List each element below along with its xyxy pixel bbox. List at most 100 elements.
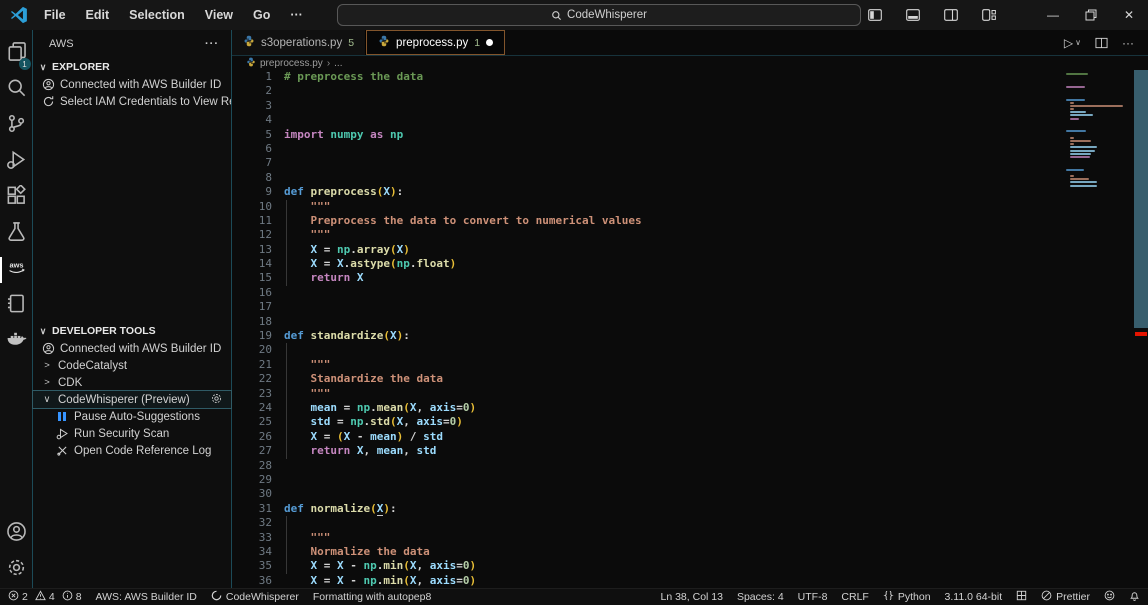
code-line-10[interactable]: 10 """ xyxy=(232,200,1148,214)
code-line-16[interactable]: 16 xyxy=(232,286,1148,300)
code-line-33[interactable]: 33 """ xyxy=(232,531,1148,545)
code-line-29[interactable]: 29 xyxy=(232,473,1148,487)
code-line-31[interactable]: 31def normalize(X): xyxy=(232,502,1148,516)
sidebar-item-connected-with-aws-builder-id[interactable]: Connected with AWS Builder ID xyxy=(33,76,231,93)
breadcrumb[interactable]: preprocess.py › ... xyxy=(232,56,1148,70)
status-codewhisperer-status[interactable]: CodeWhisperer xyxy=(211,590,299,604)
code-line-19[interactable]: 19def standardize(X): xyxy=(232,329,1148,343)
minimap[interactable] xyxy=(1066,73,1132,188)
status-python-interpreter[interactable]: 3.11.0 64-bit xyxy=(945,591,1003,603)
code-line-6[interactable]: 6 xyxy=(232,142,1148,156)
code-line-22[interactable]: 22 Standardize the data xyxy=(232,372,1148,386)
code-line-27[interactable]: 27 return X, mean, std xyxy=(232,444,1148,458)
code-line-24[interactable]: 24 mean = np.mean(X, axis=0) xyxy=(232,401,1148,415)
breadcrumb-symbol[interactable]: ... xyxy=(334,58,342,69)
activity-accounts[interactable] xyxy=(0,516,33,552)
activity-notebook[interactable] xyxy=(0,288,33,324)
code-line-30[interactable]: 30 xyxy=(232,487,1148,501)
code-line-34[interactable]: 34 Normalize the data xyxy=(232,545,1148,559)
code-line-4[interactable]: 4 xyxy=(232,113,1148,127)
sidebar-item-cdk[interactable]: >CDK xyxy=(33,374,231,391)
status-formatter-status[interactable]: Formatting with autopep8 xyxy=(313,591,431,603)
sidebar-item-open-code-reference-log[interactable]: Open Code Reference Log xyxy=(33,442,231,459)
restore-icon[interactable] xyxy=(1072,0,1110,30)
code-line-17[interactable]: 17 xyxy=(232,300,1148,314)
code-line-28[interactable]: 28 xyxy=(232,459,1148,473)
code-line-7[interactable]: 7 xyxy=(232,156,1148,170)
code-line-18[interactable]: 18 xyxy=(232,315,1148,329)
menu-edit[interactable]: Edit xyxy=(78,5,118,25)
gear-icon[interactable] xyxy=(210,392,223,408)
sidebar-item-run-security-scan[interactable]: Run Security Scan xyxy=(33,425,231,442)
activity-run-debug[interactable] xyxy=(0,144,33,180)
status-indentation[interactable]: Spaces: 4 xyxy=(737,591,784,603)
status-language-mode[interactable]: Python xyxy=(883,590,931,604)
status-cursor-position[interactable]: Ln 38, Col 13 xyxy=(661,591,723,603)
code-line-35[interactable]: 35 X = X - np.min(X, axis=0) xyxy=(232,559,1148,573)
code-line-12[interactable]: 12 """ xyxy=(232,228,1148,242)
code-line-3[interactable]: 3 xyxy=(232,99,1148,113)
status-table-grid[interactable] xyxy=(1016,590,1027,604)
scrollbar-slider[interactable] xyxy=(1134,70,1148,328)
sidebar-item-select-iam-credentials-to-view-reso[interactable]: Select IAM Credentials to View Reso... xyxy=(33,93,231,110)
activity-explorer[interactable]: 1 xyxy=(0,36,33,72)
status-problems[interactable]: 248 xyxy=(8,590,82,604)
code-line-13[interactable]: 13 X = np.array(X) xyxy=(232,243,1148,257)
activity-source-control[interactable] xyxy=(0,108,33,144)
sidebar-item-codewhisperer-preview[interactable]: ∨CodeWhisperer (Preview) xyxy=(33,391,231,408)
code-line-1[interactable]: 1# preprocess the data xyxy=(232,70,1148,84)
sidebar-item-connected-with-aws-builder-id[interactable]: Connected with AWS Builder ID xyxy=(33,340,231,357)
activity-search[interactable] xyxy=(0,72,33,108)
activity-aws[interactable]: aws xyxy=(0,252,33,288)
code-line-15[interactable]: 15 return X xyxy=(232,271,1148,285)
run-python-file-button[interactable]: ▷∨ xyxy=(1064,36,1081,50)
breadcrumb-file[interactable]: preprocess.py xyxy=(260,58,323,69)
menu-selection[interactable]: Selection xyxy=(121,5,193,25)
status-aws-connection[interactable]: AWS: AWS Builder ID xyxy=(96,591,197,603)
code-line-23[interactable]: 23 """ xyxy=(232,387,1148,401)
activity-docker[interactable] xyxy=(0,324,33,360)
sidebar-more-actions[interactable]: ··· xyxy=(205,38,219,50)
section-explorer[interactable]: ∨ EXPLORER xyxy=(33,58,231,76)
menu-view[interactable]: View xyxy=(197,5,241,25)
status-feedback[interactable] xyxy=(1104,590,1115,604)
customize-layout-icon[interactable] xyxy=(970,0,1008,30)
minimize-icon[interactable]: — xyxy=(1034,0,1072,30)
split-editor-icon[interactable] xyxy=(1095,37,1108,49)
command-center-search[interactable]: CodeWhisperer xyxy=(337,4,861,26)
close-icon[interactable]: ✕ xyxy=(1110,0,1148,30)
code-line-26[interactable]: 26 X = (X - mean) / std xyxy=(232,430,1148,444)
code-line-32[interactable]: 32 xyxy=(232,516,1148,530)
section-developer-tools[interactable]: ∨ DEVELOPER TOOLS xyxy=(33,322,231,340)
scrollbar[interactable] xyxy=(1134,70,1148,588)
menu-[interactable]: ··· xyxy=(282,5,311,25)
toggle-sidebar-icon[interactable] xyxy=(856,0,894,30)
code-line-5[interactable]: 5import numpy as np xyxy=(232,128,1148,142)
code-line-25[interactable]: 25 std = np.std(X, axis=0) xyxy=(232,415,1148,429)
code-line-11[interactable]: 11 Preprocess the data to convert to num… xyxy=(232,214,1148,228)
status-notifications[interactable] xyxy=(1129,590,1140,604)
sidebar-item-codecatalyst[interactable]: >CodeCatalyst xyxy=(33,357,231,374)
code-line-21[interactable]: 21 """ xyxy=(232,358,1148,372)
toggle-panel-icon[interactable] xyxy=(894,0,932,30)
tab-s3operations-py[interactable]: s3operations.py5 xyxy=(232,30,366,55)
status-eol-sequence[interactable]: CRLF xyxy=(841,591,868,603)
code-line-9[interactable]: 9def preprocess(X): xyxy=(232,185,1148,199)
sidebar-item-pause-auto-suggestions[interactable]: Pause Auto-Suggestions xyxy=(33,408,231,425)
code-line-20[interactable]: 20 xyxy=(232,343,1148,357)
menu-file[interactable]: File xyxy=(36,5,74,25)
modified-dot-icon[interactable] xyxy=(486,39,493,46)
status-encoding[interactable]: UTF-8 xyxy=(798,591,828,603)
toggle-secondary-sidebar-icon[interactable] xyxy=(932,0,970,30)
tab-preprocess-py[interactable]: preprocess.py1 xyxy=(366,30,505,55)
activity-extensions[interactable] xyxy=(0,180,33,216)
code-line-8[interactable]: 8 xyxy=(232,171,1148,185)
code-line-2[interactable]: 2 xyxy=(232,84,1148,98)
code-line-36[interactable]: 36 X = X - np.min(X, axis=0) xyxy=(232,574,1148,588)
code-line-14[interactable]: 14 X = X.astype(np.float) xyxy=(232,257,1148,271)
menu-go[interactable]: Go xyxy=(245,5,278,25)
code-editor[interactable]: 1# preprocess the data2345import numpy a… xyxy=(232,70,1148,588)
more-actions-icon[interactable]: ··· xyxy=(1122,36,1134,50)
status-prettier-status[interactable]: Prettier xyxy=(1041,590,1090,604)
activity-settings[interactable] xyxy=(0,552,33,588)
